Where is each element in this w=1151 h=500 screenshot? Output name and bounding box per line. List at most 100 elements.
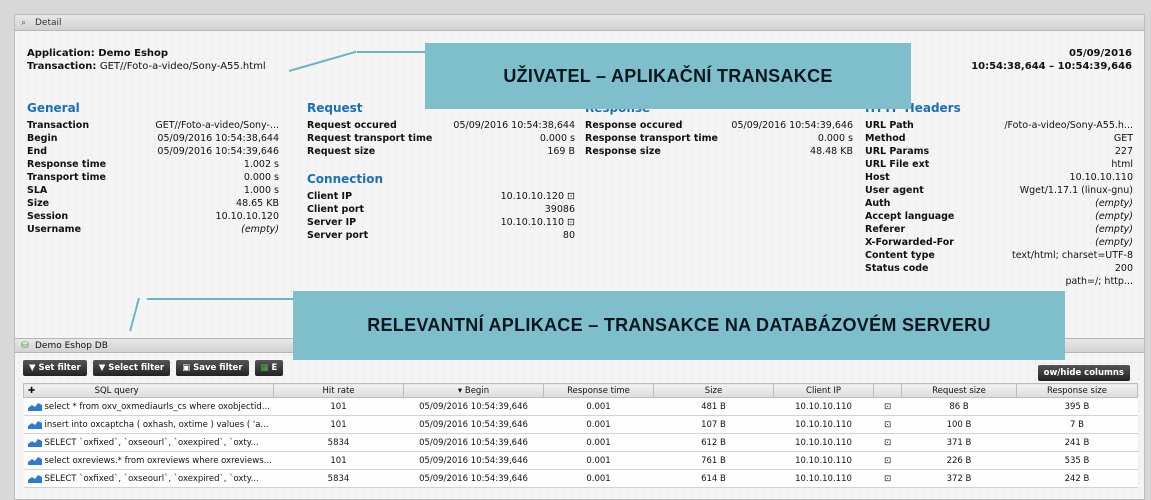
transaction-label: Transaction: [27,61,97,72]
table-row[interactable]: SELECT `oxfixed`, `oxseourl`, `oxexpired… [23,433,1138,452]
table-row[interactable]: select * from oxv_oxmediaurls_cs where o… [23,397,1138,416]
general-row: Transport time 0.000 s [27,171,279,184]
http-row: path=/; http... [865,275,1133,288]
field-value: 10.10.10.120 ⊡ [500,191,575,202]
field-value: 80 [562,230,575,241]
field-value: text/html; charset=UTF-8 [1012,250,1133,261]
set-filter-button[interactable]: ▼ Set filter [23,360,87,376]
cell-text: 226 B [946,455,972,466]
field-label: Request transport time [307,133,433,144]
field-value: Wget/1.17.1 (linux-gnu) [1019,185,1133,196]
http-row: Status code 200 [865,262,1133,275]
field-value: 05/09/2016 10:54:38,644 [453,120,575,131]
field-value: GET//Foto-a-video/Sony-... [155,120,279,131]
response-row: Response size 48.48 KB [585,145,853,158]
table-header-row: ✚ SQL query Hit rate ▾ Begin Response ti… [23,383,1138,398]
field-value: 169 B [547,146,575,157]
table-row[interactable]: select oxreviews.* from oxreviews where … [23,451,1138,470]
col-response-size[interactable]: Response size [1016,383,1138,398]
cell-text: ⊡ [883,419,892,430]
field-value: 05/09/2016 10:54:39,646 [157,146,279,157]
header-date: 05/09/2016 [1069,48,1132,59]
col-begin[interactable]: ▾ Begin [403,383,544,398]
http-row: URL Params 227 [865,145,1133,158]
col-response-time-label: Response time [567,385,630,396]
col-client-ip[interactable]: Client IP [773,383,874,398]
filter-toolbar: ▼ Set filter ▼ Select filter ▣ Save filter … [23,360,284,376]
app-info: Application: Demo Eshop Transaction: GET… [27,47,266,73]
export-label: E [271,363,278,373]
table-cell: insert into oxcaptcha ( oxhash, oxtime )… [23,415,274,434]
field-label: Referer [865,224,906,235]
table-cell: 0.001 [543,415,654,434]
general-row: Begin 05/09/2016 10:54:38,644 [27,132,279,145]
table-cell: 10.10.10.110 [773,415,874,434]
cell-text: 372 B [946,473,972,484]
field-label: Response occured [585,120,683,131]
general-row: SLA 1.000 s [27,184,279,197]
table-row[interactable]: insert into oxcaptcha ( oxhash, oxtime )… [23,415,1138,434]
request-title: Request [307,101,363,115]
table-cell: 5834 [273,469,404,488]
connection-row: Client port 39086 [307,203,575,216]
table-cell: 05/09/2016 10:54:39,646 [403,451,544,470]
cell-text: 5834 [327,473,350,484]
cell-text: 100 B [946,419,972,430]
table-cell: 242 B [1016,469,1138,488]
cell-text: 05/09/2016 10:54:39,646 [419,419,528,430]
sql-query-table: ✚ SQL query Hit rate ▾ Begin Response ti… [23,383,1138,488]
cell-text: ⊡ [883,401,892,412]
cell-text: insert into oxcaptcha ( oxhash, oxtime )… [44,419,269,430]
table-cell: 761 B [653,451,774,470]
table-cell: 0.001 [543,397,654,416]
field-label: Auth [865,198,891,209]
col-request-size[interactable]: Request size [901,383,1017,398]
field-value: 1.000 s [243,185,279,196]
col-ip-icon[interactable] [873,383,902,398]
http-row: URL File ext html [865,158,1133,171]
application-label: Application: [27,48,95,59]
field-label: Method [865,133,906,144]
table-row[interactable]: SELECT `oxfixed`, `oxseourl`, `oxexpired… [23,469,1138,488]
table-cell: 372 B [901,469,1017,488]
request-row: Request occured 05/09/2016 10:54:38,644 [307,119,575,132]
general-title: General [27,101,80,115]
show-hide-label: ow/hide columns [1043,368,1124,378]
col-response-time[interactable]: Response time [543,383,654,398]
general-row: Response time 1.002 s [27,158,279,171]
chart-icon [27,474,42,483]
cell-text: 10.10.10.110 [795,473,852,484]
cell-text: ⊡ [883,437,892,448]
export-button[interactable]: ▦ E [254,360,284,376]
field-label: Client IP [307,191,353,202]
col-hit-rate[interactable]: Hit rate [273,383,404,398]
col-hit-rate-label: Hit rate [322,385,355,396]
cell-text: 241 B [1064,437,1090,448]
table-cell: 481 B [653,397,774,416]
sort-down-icon: ▾ [457,385,463,396]
show-hide-columns-button[interactable]: ow/hide columns [1037,365,1130,381]
field-value: path=/; http... [1065,276,1133,287]
cell-text: select * from oxv_oxmediaurls_cs where o… [44,401,270,412]
table-cell: 614 B [653,469,774,488]
field-value: 10.10.10.110 ⊡ [500,217,575,228]
field-value: 200 [1114,263,1133,274]
save-filter-button[interactable]: ▣ Save filter [176,360,249,376]
col-sql-query[interactable]: ✚ SQL query [23,383,274,398]
col-size[interactable]: Size [653,383,774,398]
connection-row: Server IP 10.10.10.110 ⊡ [307,216,575,229]
cell-text: SELECT `oxfixed`, `oxseourl`, `oxexpired… [44,473,259,484]
excel-icon: ▦ [260,363,269,373]
select-filter-button[interactable]: ▼ Select filter [92,360,171,376]
cell-text: 614 B [701,473,726,484]
field-value: GET [1113,133,1133,144]
field-label: Response time [27,159,107,170]
field-label: Transport time [27,172,106,183]
callout-user-app-transaction: UŽIVATEL – APLIKAČNÍ TRANSAKCE [425,43,911,109]
window-title: Detail [35,17,62,28]
table-cell: 101 [273,397,404,416]
cell-text: 612 B [701,437,726,448]
callout-connector-bottom-h [147,298,295,300]
table-cell: 371 B [901,433,1017,452]
table-cell: 10.10.10.110 [773,451,874,470]
